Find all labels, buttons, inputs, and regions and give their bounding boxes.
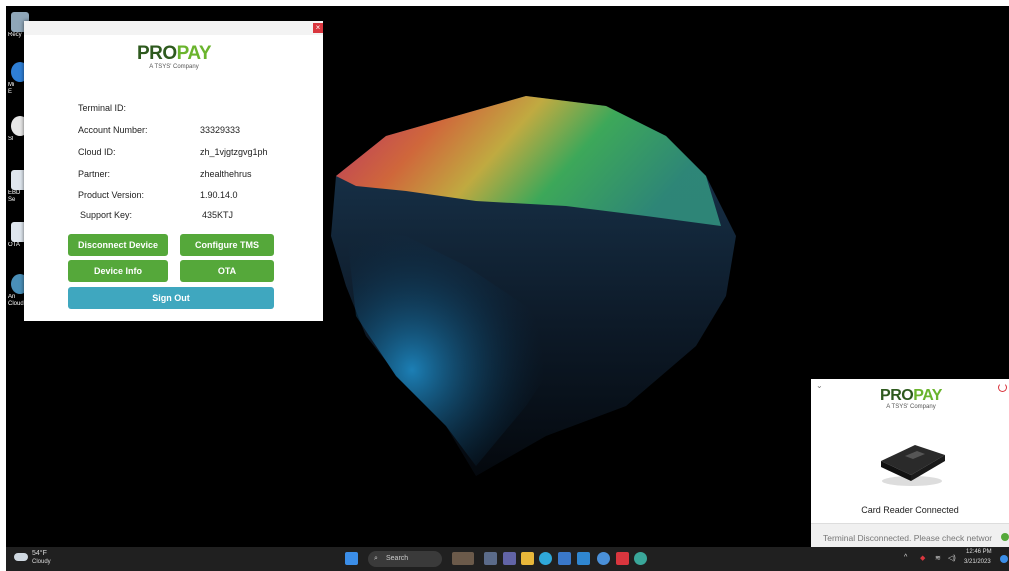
edge-taskbar-icon[interactable] [539,552,552,565]
search-icon: ⌕ [374,555,378,562]
close-button[interactable]: × [313,23,323,33]
disconnect-device-button[interactable]: Disconnect Device [68,234,168,256]
device-info-button[interactable]: Device Info [68,260,168,282]
propay-logo: PROPAY A TSYS' Company [136,43,212,70]
card-reader-image [881,445,945,486]
network-alert-icon[interactable]: ◆ [920,554,925,562]
configure-tms-button[interactable]: Configure TMS [180,234,274,256]
title-bar [24,21,323,35]
refresh-icon[interactable] [1001,533,1009,541]
field-terminal-id: Terminal ID: [78,103,127,113]
file-explorer-icon[interactable] [521,552,534,565]
clock-date[interactable]: 3/21/2023 [964,559,991,565]
chrome-icon[interactable] [597,552,610,565]
propay-status-window: ⌄ PROPAY A TSYS' Company Card Reader Con… [811,379,1009,553]
taskbar: 54°F Cloudy ⌕ Search ^ ◆ ≋ ◁) 12:46 PM 3… [6,547,1009,571]
field-support-key: Support Key: 435KTJ [80,210,234,220]
volume-icon[interactable]: ◁) [948,554,956,562]
wifi-icon[interactable]: ≋ [935,554,941,562]
app-taskbar-icon[interactable] [634,552,647,565]
power-icon[interactable] [998,383,1007,392]
chevron-up-icon[interactable]: ^ [904,554,907,561]
card-reader-status: Card Reader Connected [861,505,959,515]
task-view-icon[interactable] [484,552,497,565]
teams-icon[interactable] [503,552,516,565]
ota-button[interactable]: OTA [180,260,274,282]
propay-logo-small: PROPAY A TSYS' Company [880,387,942,410]
weather-desc[interactable]: Cloudy [32,559,51,565]
clock-time[interactable]: 12:46 PM [966,549,992,555]
windows-start-icon[interactable] [345,552,358,565]
propay-main-window: × PROPAY A TSYS' Company Terminal ID: Ac… [24,21,323,321]
taskbar-search[interactable]: ⌕ Search [368,551,442,567]
store-icon[interactable] [558,552,571,565]
sign-out-button[interactable]: Sign Out [68,287,274,309]
terminal-status-text: Terminal Disconnected. Please check netw… [823,533,993,543]
security-icon[interactable] [616,552,629,565]
notification-icon[interactable] [1000,555,1008,563]
field-partner: Partner: zhealthehrus [78,169,252,179]
widget-icon[interactable] [452,552,474,565]
field-product-version: Product Version: 1.90.14.0 [78,190,238,200]
field-cloud-id: Cloud ID: zh_1vjgtzgvg1ph [78,147,268,157]
collapse-chevron-icon[interactable]: ⌄ [816,381,823,390]
field-account-number: Account Number: 33329333 [78,125,241,135]
weather-temp[interactable]: 54°F [32,550,47,557]
cloud-icon [14,553,28,561]
mail-icon[interactable] [577,552,590,565]
